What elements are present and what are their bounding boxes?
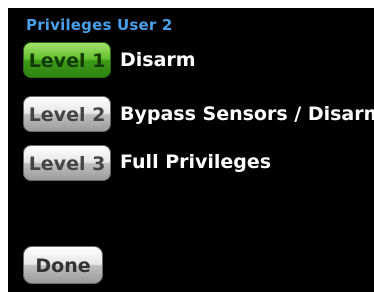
done-button[interactable]: Done	[23, 246, 103, 284]
level-2-button[interactable]: Level 2	[23, 96, 111, 132]
level-3-button[interactable]: Level 3	[23, 145, 111, 181]
level-1-button[interactable]: Level 1	[23, 42, 111, 78]
screen-title: Privileges User 2	[26, 16, 173, 34]
level-2-description: Bypass Sensors / Disarm	[120, 103, 374, 125]
level-1-description: Disarm	[120, 49, 196, 71]
privileges-screen: Privileges User 2 Level 1 Disarm Level 2…	[8, 8, 374, 292]
level-3-description: Full Privileges	[120, 151, 272, 173]
